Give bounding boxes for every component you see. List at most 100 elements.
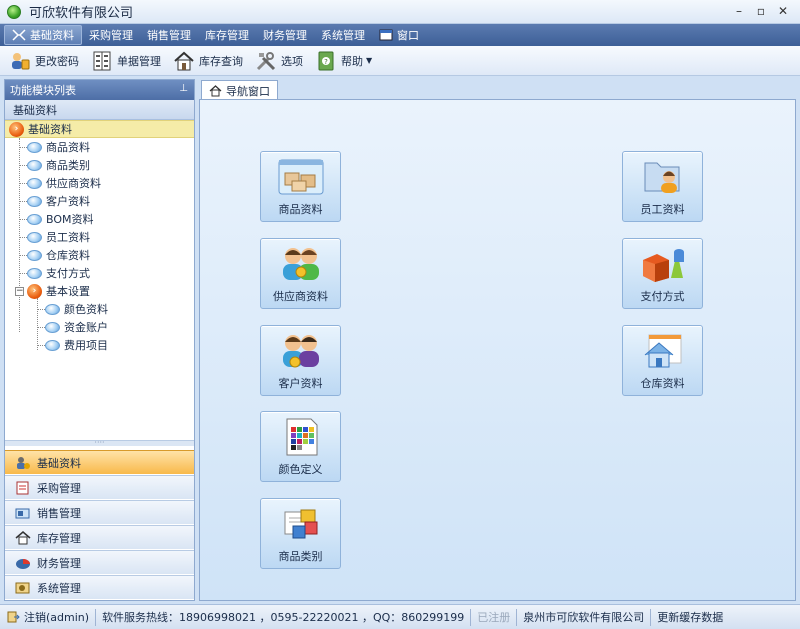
tools-icon [256, 51, 276, 70]
tree-item[interactable]: 仓库资料 [27, 246, 90, 264]
options-button[interactable]: 选项 [250, 48, 308, 74]
tree-label: 资金账户 [64, 321, 108, 334]
nav-sales[interactable]: 销售管理 [5, 500, 194, 524]
bullet-orb-icon [27, 195, 42, 207]
collapse-toggle-icon[interactable]: − [15, 287, 24, 296]
tree-label: 商品类别 [46, 159, 90, 172]
home-icon [174, 51, 194, 70]
logout-label: 注销(admin) [24, 611, 90, 624]
tree-line [19, 138, 20, 332]
3d-shapes-icon [642, 249, 684, 282]
module-label: 仓库资料 [640, 377, 685, 390]
module-employee[interactable]: 员工资料 [622, 151, 703, 222]
bullet-orb-icon [27, 159, 42, 171]
toolbar: 更改密码 单据管理 库存查询 选项 ? 帮助 ▼ [0, 46, 800, 76]
user-gear-icon [17, 456, 30, 469]
tree-label: 颜色资料 [64, 303, 108, 316]
module-tree: › 基础资料 商品资料 商品类别 供应商资料 客户资料 BOM资料 员工资料 仓… [5, 120, 194, 440]
pie-chart-icon [16, 558, 30, 569]
system-settings-icon [15, 582, 30, 593]
menu-label: 销售管理 [147, 29, 191, 42]
document-management-button[interactable]: 单据管理 [86, 48, 166, 74]
menu-label: 财务管理 [263, 29, 307, 42]
nav-label: 财务管理 [37, 556, 81, 570]
module-color[interactable]: 颜色定义 [260, 411, 341, 482]
chevron-down-icon: ▼ [366, 56, 373, 65]
nav-finance[interactable]: 财务管理 [5, 550, 194, 574]
tab-navigation[interactable]: 导航窗口 [201, 80, 278, 100]
expand-arrow-icon: › [9, 121, 24, 137]
tree-root[interactable]: › 基础资料 [5, 120, 194, 138]
module-payment[interactable]: 支付方式 [622, 238, 703, 309]
pin-icon[interactable]: ⊥ [179, 83, 188, 94]
warehouse-house-icon [644, 334, 681, 368]
status-bar: 注销(admin) 软件服务热线：18906998021 ，0595-22220… [0, 604, 800, 629]
module-category[interactable]: 商品类别 [260, 498, 341, 569]
group-title: 基础资料 [13, 103, 57, 117]
module-label: 支付方式 [640, 290, 685, 303]
tree-label: 商品资料 [46, 141, 90, 154]
help-button[interactable]: ? 帮助 ▼ [310, 48, 377, 74]
nav-basic-data[interactable]: 基础资料 [5, 450, 194, 474]
bullet-orb-icon [45, 321, 60, 333]
tree-label: 费用项目 [64, 339, 108, 352]
module-warehouse[interactable]: 仓库资料 [622, 325, 703, 396]
panel-splitter[interactable]: ···· [5, 439, 194, 447]
module-label: 供应商资料 [273, 290, 328, 303]
close-button[interactable]: ✕ [772, 2, 794, 20]
employee-folder-icon [644, 162, 679, 193]
tree-item[interactable]: 商品资料 [27, 138, 90, 156]
module-product[interactable]: 商品资料 [260, 151, 341, 222]
tree-item[interactable]: 员工资料 [27, 228, 90, 246]
tree-item[interactable]: 客户资料 [27, 192, 90, 210]
menu-purchase[interactable]: 采购管理 [82, 25, 140, 45]
tree-item[interactable]: 资金账户 [45, 318, 108, 336]
nav-inventory[interactable]: 库存管理 [5, 525, 194, 549]
tree-item[interactable]: 费用项目 [45, 336, 108, 354]
menu-inventory[interactable]: 库存管理 [198, 25, 256, 45]
stock-query-button[interactable]: 库存查询 [168, 48, 248, 74]
menu-label: 基础资料 [30, 29, 74, 42]
panel-header: 功能模块列表 ⊥ [5, 80, 194, 100]
tree-item[interactable]: 颜色资料 [45, 300, 108, 318]
tree-item[interactable]: 商品类别 [27, 156, 90, 174]
color-grid-icon [286, 418, 317, 456]
menu-sales[interactable]: 销售管理 [140, 25, 198, 45]
menu-basic-data[interactable]: 基础资料 [4, 25, 82, 45]
purchase-icon [16, 481, 29, 494]
tree-label: 供应商资料 [46, 177, 101, 190]
window-icon [379, 29, 393, 41]
menu-label: 采购管理 [89, 29, 133, 42]
tree-item[interactable]: 支付方式 [27, 264, 90, 282]
tree-line [37, 298, 38, 350]
tree-subgroup[interactable]: › 基本设置 [27, 282, 90, 300]
tab-strip: 导航窗口 [199, 79, 796, 100]
nav-label: 库存管理 [37, 531, 81, 545]
menu-system[interactable]: 系统管理 [314, 25, 372, 45]
tree-item[interactable]: 供应商资料 [27, 174, 101, 192]
menu-window[interactable]: 窗口 [372, 25, 426, 45]
change-password-button[interactable]: 更改密码 [4, 48, 84, 74]
nav-system[interactable]: 系统管理 [5, 575, 194, 599]
nav-purchase[interactable]: 采购管理 [5, 475, 194, 499]
bullet-orb-icon [27, 267, 42, 279]
module-customer[interactable]: 客户资料 [260, 325, 341, 396]
bullet-orb-icon [45, 339, 60, 351]
bullet-orb-icon [45, 303, 60, 315]
tree-label: 基本设置 [46, 285, 90, 298]
nav-label: 采购管理 [37, 481, 81, 495]
tool-label: 更改密码 [35, 54, 79, 68]
group-header[interactable]: 基础资料 [5, 100, 194, 120]
module-label: 商品类别 [278, 550, 323, 563]
module-label: 商品资料 [278, 203, 323, 216]
logout-button[interactable]: 注销(admin) [0, 608, 97, 626]
restore-button[interactable]: ▫ [750, 2, 772, 20]
tool-label: 库存查询 [199, 54, 243, 68]
menu-finance[interactable]: 财务管理 [256, 25, 314, 45]
refresh-cache-button[interactable]: 更新缓存数据 [651, 609, 729, 626]
bullet-orb-icon [27, 213, 42, 225]
module-supplier[interactable]: 供应商资料 [260, 238, 341, 309]
tree-item[interactable]: BOM资料 [27, 210, 94, 228]
minimize-button[interactable]: – [728, 2, 750, 20]
network-icon [12, 29, 26, 41]
